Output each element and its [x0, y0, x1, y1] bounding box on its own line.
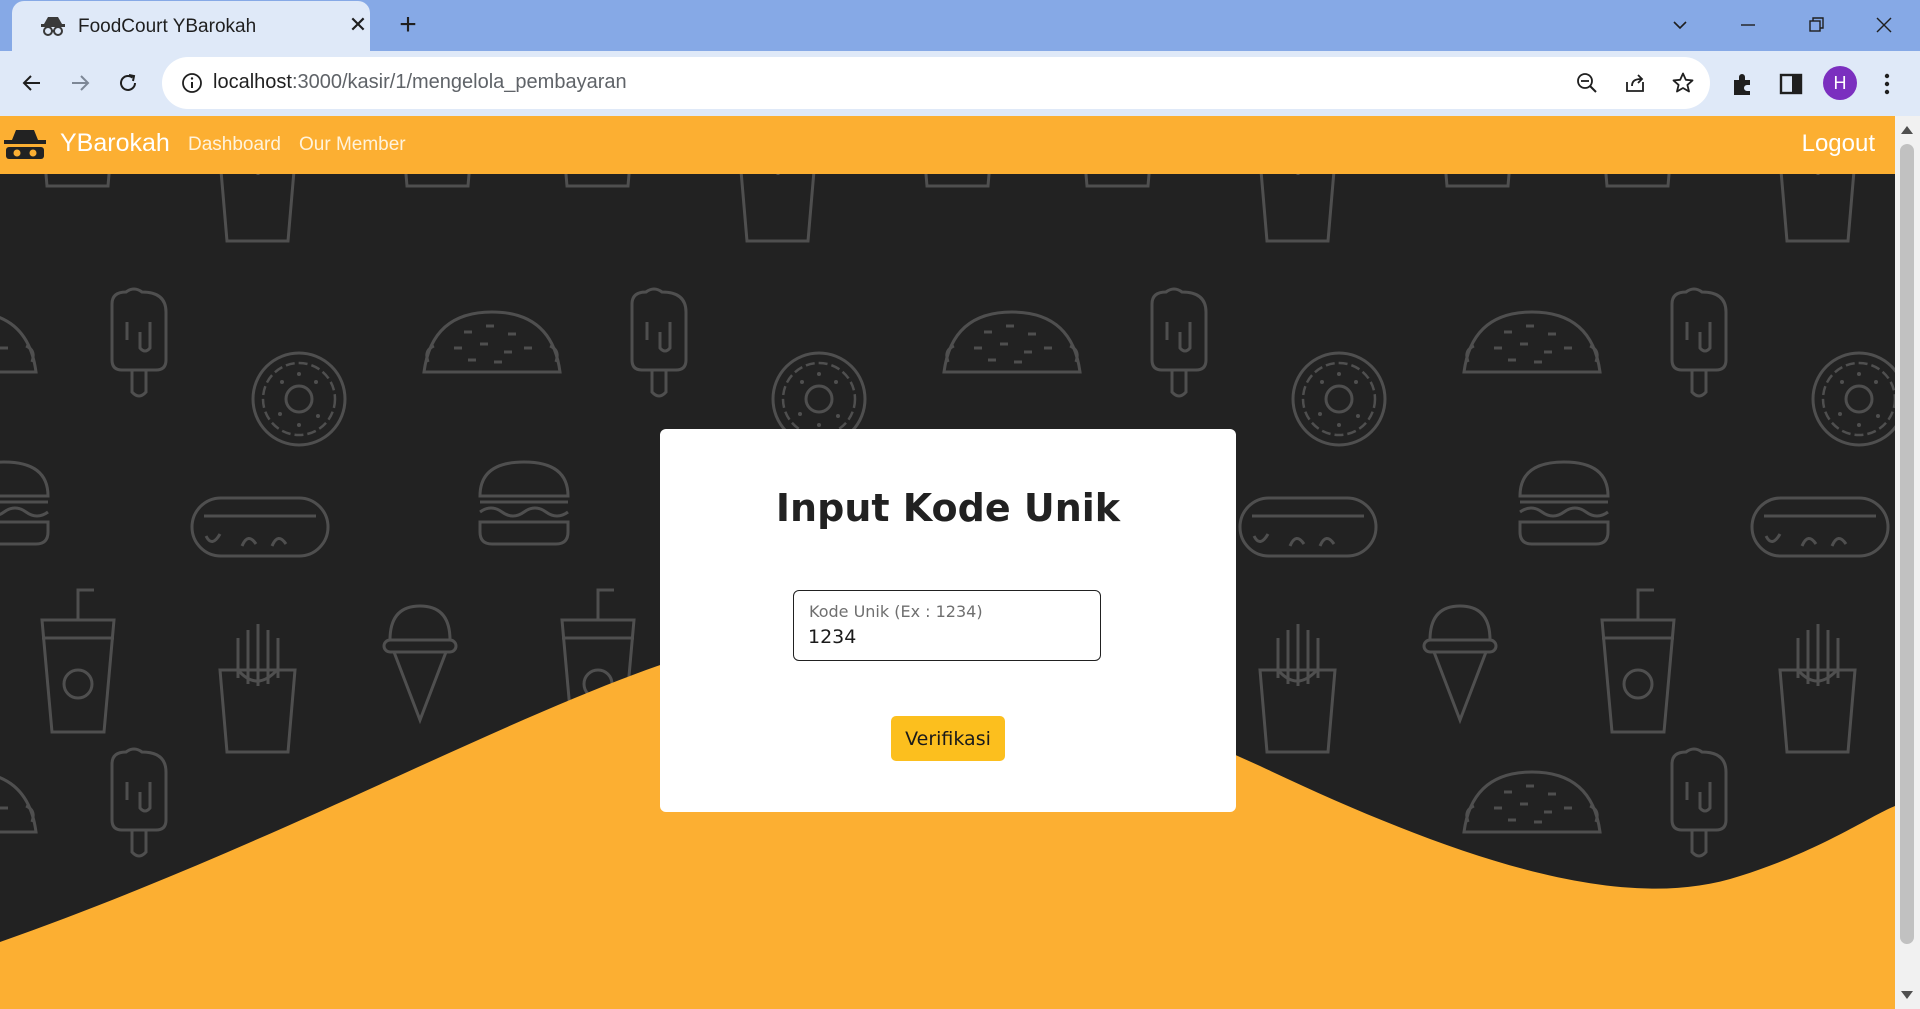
- share-icon[interactable]: [1623, 71, 1647, 95]
- minimize-icon[interactable]: [1718, 8, 1778, 42]
- address-bar[interactable]: localhost:3000/kasir/1/mengelola_pembaya…: [162, 57, 1710, 109]
- browser-tab[interactable]: FoodCourt YBarokah ✕: [12, 1, 370, 51]
- incognito-icon: [41, 17, 65, 36]
- more-menu-icon[interactable]: [1874, 71, 1900, 97]
- profile-avatar[interactable]: H: [1823, 66, 1857, 100]
- url-text: localhost:3000/kasir/1/mengelola_pembaya…: [213, 71, 627, 93]
- scroll-down-arrow-icon[interactable]: [1901, 991, 1913, 999]
- bookmark-star-icon[interactable]: [1671, 71, 1695, 95]
- site-info-icon[interactable]: [180, 71, 204, 95]
- side-panel-icon[interactable]: [1778, 71, 1804, 97]
- site-navbar: YBarokah Dashboard Our Member Logout: [0, 116, 1895, 174]
- brand-name[interactable]: YBarokah: [60, 129, 170, 158]
- unique-code-input[interactable]: [808, 624, 1088, 650]
- logout-link[interactable]: Logout: [1802, 130, 1875, 158]
- page-viewport: YBarokah Dashboard Our Member Logout Inp…: [0, 116, 1895, 1009]
- scroll-up-arrow-icon[interactable]: [1901, 126, 1913, 134]
- card-title: Input Kode Unik: [775, 486, 1121, 530]
- nav-link-our-member[interactable]: Our Member: [299, 134, 406, 156]
- close-tab-icon[interactable]: ✕: [346, 13, 370, 37]
- verification-card: Input Kode Unik Kode Unik (Ex : 1234) Ve…: [660, 429, 1236, 812]
- nav-link-dashboard[interactable]: Dashboard: [188, 134, 281, 156]
- forward-icon[interactable]: [62, 65, 98, 101]
- zoom-out-icon[interactable]: [1575, 71, 1599, 95]
- extensions-icon[interactable]: [1730, 71, 1756, 97]
- page-scrollbar[interactable]: [1895, 116, 1920, 1009]
- tab-title: FoodCourt YBarokah: [78, 16, 257, 37]
- browser-tab-strip: FoodCourt YBarokah ✕ +: [0, 0, 1920, 51]
- unique-code-label: Kode Unik (Ex : 1234): [809, 602, 983, 621]
- restore-icon[interactable]: [1786, 8, 1846, 42]
- browser-toolbar: localhost:3000/kasir/1/mengelola_pembaya…: [0, 51, 1920, 116]
- close-window-icon[interactable]: [1854, 8, 1914, 42]
- scroll-thumb[interactable]: [1900, 144, 1914, 944]
- unique-code-field[interactable]: Kode Unik (Ex : 1234): [793, 590, 1101, 661]
- incognito-logo-icon: [4, 130, 46, 159]
- verify-button[interactable]: Verifikasi: [891, 716, 1005, 761]
- tab-search-icon[interactable]: [1650, 8, 1710, 42]
- back-icon[interactable]: [14, 65, 50, 101]
- reload-icon[interactable]: [110, 65, 146, 101]
- new-tab-icon[interactable]: +: [392, 10, 424, 42]
